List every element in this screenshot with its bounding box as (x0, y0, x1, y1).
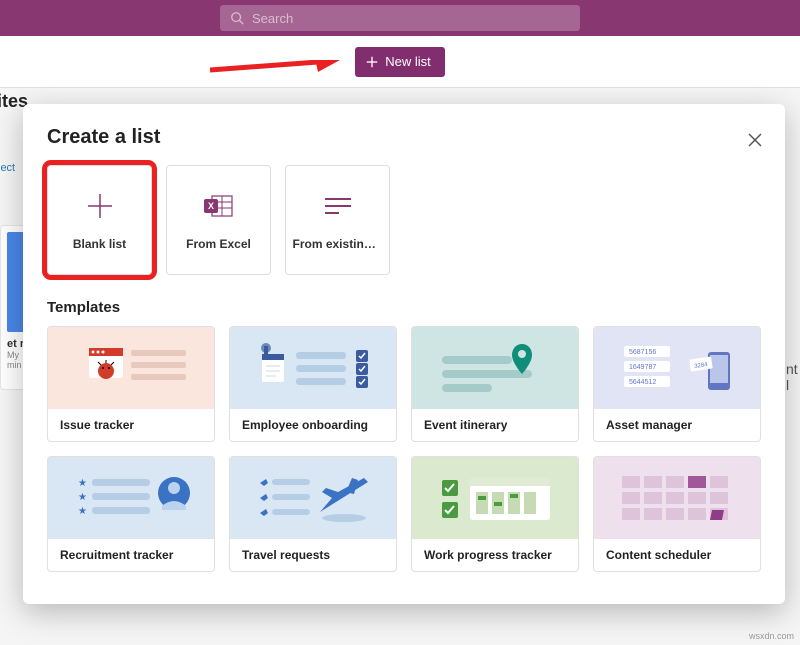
template-issue-tracker[interactable]: Issue tracker (47, 326, 215, 442)
template-asset-manager[interactable]: 5687156 1649787 5644512 3284 Asset manag… (593, 326, 761, 442)
svg-text:★: ★ (78, 492, 87, 503)
svg-text:1649787: 1649787 (629, 364, 656, 371)
template-content-scheduler[interactable]: Content scheduler (593, 456, 761, 572)
templates-heading: Templates (47, 299, 761, 316)
template-recruitment-tracker[interactable]: ★ ★ ★ Recruitment tracker (47, 456, 215, 572)
svg-text:X: X (208, 201, 214, 211)
templates-grid: Issue tracker Employee onboarding (47, 326, 761, 572)
search-placeholder: Search (252, 11, 293, 26)
template-thumb: ★ ★ ★ (48, 457, 214, 539)
template-thumb (594, 457, 760, 539)
template-label: Recruitment tracker (48, 539, 214, 571)
template-travel-requests[interactable]: Travel requests (229, 456, 397, 572)
create-list-dialog: Create a list Blank list X From Excel Fr… (23, 104, 785, 604)
template-label: Employee onboarding (230, 409, 396, 441)
template-label: Issue tracker (48, 409, 214, 441)
template-employee-onboarding[interactable]: Employee onboarding (229, 326, 397, 442)
template-label: Asset manager (594, 409, 760, 441)
list-icon (325, 189, 351, 223)
toolbar: New list (0, 36, 800, 88)
search-icon (230, 11, 244, 25)
template-event-itinerary[interactable]: Event itinerary (411, 326, 579, 442)
close-button[interactable] (743, 128, 767, 152)
option-label: From Excel (186, 237, 251, 251)
app-header: Search (0, 0, 800, 36)
option-from-existing[interactable]: From existing … (285, 165, 390, 275)
svg-text:5687156: 5687156 (629, 349, 656, 356)
template-thumb (230, 327, 396, 409)
option-label: From existing … (293, 237, 383, 251)
template-thumb (412, 327, 578, 409)
annotation-arrow (210, 60, 340, 80)
template-thumb (48, 327, 214, 409)
template-label: Work progress tracker (412, 539, 578, 571)
svg-text:★: ★ (78, 478, 87, 489)
create-options: Blank list X From Excel From existing … (47, 165, 761, 275)
option-blank-list[interactable]: Blank list (47, 165, 152, 275)
select-link[interactable]: lect (0, 162, 15, 174)
template-thumb (230, 457, 396, 539)
plus-icon (85, 189, 115, 223)
watermark: wsxdn.com (749, 631, 794, 641)
template-label: Content scheduler (594, 539, 760, 571)
template-thumb (412, 457, 578, 539)
search-input[interactable]: Search (220, 5, 580, 31)
new-list-label: New list (385, 54, 431, 69)
dialog-title: Create a list (47, 126, 761, 149)
excel-icon: X (204, 189, 234, 223)
svg-text:5644512: 5644512 (629, 379, 656, 386)
option-from-excel[interactable]: X From Excel (166, 165, 271, 275)
plus-icon (365, 55, 379, 69)
close-icon (748, 133, 762, 147)
recent-heading: nt l (786, 361, 800, 393)
template-label: Event itinerary (412, 409, 578, 441)
new-list-button[interactable]: New list (355, 47, 445, 77)
template-work-progress[interactable]: Work progress tracker (411, 456, 579, 572)
svg-text:★: ★ (78, 506, 87, 517)
template-label: Travel requests (230, 539, 396, 571)
template-thumb: 5687156 1649787 5644512 3284 (594, 327, 760, 409)
option-label: Blank list (73, 237, 126, 251)
